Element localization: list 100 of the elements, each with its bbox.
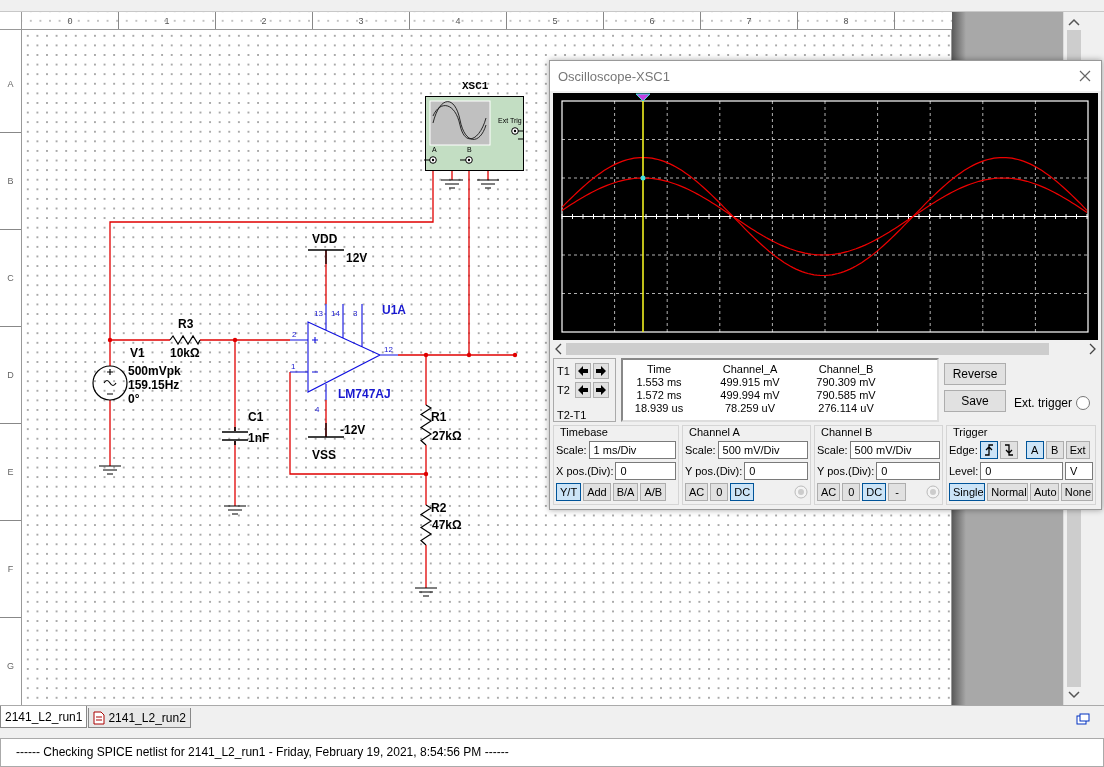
pin-number: 13	[314, 309, 323, 318]
ruler-number: 3	[313, 12, 410, 29]
junction-dot	[232, 337, 238, 343]
scrollbar[interactable]	[554, 342, 1097, 356]
readout-value: 78.259 uV	[723, 402, 777, 415]
coupling-button[interactable]: AC	[685, 483, 709, 502]
ruler-letter: C	[0, 230, 21, 327]
readout-value: 499.994 mV	[719, 389, 781, 402]
falling-edge-icon	[1003, 443, 1014, 456]
arrow-right-icon	[595, 383, 607, 396]
cursor-point-icon	[640, 175, 646, 181]
chevron-right-icon	[1089, 343, 1097, 355]
cursor-left-button[interactable]	[575, 381, 591, 398]
group-title: Channel A	[688, 426, 741, 438]
mode-button[interactable]: None	[1060, 483, 1093, 502]
source-button[interactable]: B	[1045, 440, 1064, 459]
coupling-button[interactable]: 0	[842, 483, 861, 502]
ruler-letter: D	[0, 327, 21, 424]
scale-field[interactable]: 500 mV/Div	[849, 440, 940, 459]
ruler-letter: B	[0, 133, 21, 230]
mode-button[interactable]: Add	[583, 483, 611, 502]
group-title: Trigger	[952, 426, 989, 438]
mode-button[interactable]: Single	[949, 483, 986, 502]
mode-button[interactable]: Y/T	[556, 483, 582, 502]
level-field[interactable]: 0	[980, 462, 1063, 480]
unit-field[interactable]: V	[1065, 462, 1093, 480]
pin-number: 12	[384, 345, 393, 354]
cursor-left-button[interactable]	[575, 362, 591, 379]
cursor-label: T2-T1	[557, 409, 587, 421]
scroll-down-icon	[1068, 691, 1080, 699]
ground-symbol	[223, 505, 247, 515]
ruler-number: 5	[507, 12, 604, 29]
readout-value: 18.939 us	[633, 402, 685, 415]
scale-field[interactable]: 500 mV/Div	[717, 440, 808, 459]
component-label: U1A	[382, 303, 406, 317]
source-button[interactable]: Ext	[1065, 440, 1090, 459]
design-tab[interactable]: 2141_L2_run2	[88, 708, 191, 728]
cursor-right-button[interactable]	[593, 381, 609, 398]
position-field[interactable]: 0	[876, 462, 940, 480]
source-button[interactable]: A	[1025, 440, 1044, 459]
mode-button[interactable]: B/A	[612, 483, 639, 502]
save-button[interactable]: Save	[944, 390, 1006, 412]
field-label: X pos.(Div):	[556, 465, 614, 477]
arrow-right-icon	[595, 364, 607, 377]
window-button[interactable]	[1076, 713, 1090, 725]
mode-button[interactable]: Normal	[987, 483, 1028, 502]
component-value: -12V	[340, 423, 366, 437]
supply-label: VDD	[312, 232, 338, 246]
radio-button[interactable]	[1076, 396, 1091, 410]
rising-edge-icon	[983, 443, 994, 456]
close-button[interactable]	[1077, 68, 1093, 84]
scrollbar-thumb[interactable]	[566, 343, 1049, 355]
readout-value: 276.114 uV	[817, 402, 875, 415]
ruler-number: 2	[216, 12, 313, 29]
edge-button[interactable]	[999, 440, 1018, 459]
field-label: Edge:	[949, 443, 978, 456]
capacitor-symbol	[221, 426, 249, 446]
cursor-right-button[interactable]	[593, 362, 609, 379]
close-icon	[1079, 70, 1091, 82]
ruler-letter: F	[0, 521, 21, 618]
ruler-letter: E	[0, 424, 21, 521]
mode-button[interactable]: Auto	[1029, 483, 1059, 502]
component-label: R2	[431, 501, 447, 515]
component-value: 1nF	[248, 431, 270, 445]
pin-number: 1	[291, 362, 296, 371]
position-field[interactable]: 0	[615, 462, 676, 480]
mode-button[interactable]: A/B	[640, 483, 667, 502]
readout-value: 790.585 mV	[815, 389, 877, 402]
edge-button[interactable]	[979, 440, 998, 459]
ruler-number: 1	[119, 12, 216, 29]
component-value: 27kΩ	[432, 429, 462, 443]
junction-dot	[423, 352, 429, 358]
wire	[109, 399, 111, 467]
coupling-button[interactable]: DC	[730, 483, 755, 502]
component-value: LM747AJ	[338, 387, 391, 401]
readout-header: Time	[645, 363, 672, 376]
coupling-button[interactable]: AC	[817, 483, 841, 502]
coupling-button[interactable]: -	[888, 483, 907, 502]
ruler-number: 8	[798, 12, 895, 29]
junction-dot	[466, 352, 472, 358]
component-label: C1	[248, 410, 264, 424]
component-value: 10kΩ	[170, 346, 200, 360]
supply-label: VSS	[312, 448, 336, 462]
group-title: Timebase	[559, 426, 609, 438]
readout-value: 1.572 ms	[635, 389, 683, 402]
component-value: 500mVpk	[128, 364, 181, 378]
coupling-button[interactable]: 0	[710, 483, 729, 502]
field-label: Scale:	[817, 443, 848, 456]
component-label: V1	[130, 346, 145, 360]
scroll-up-icon	[1068, 18, 1080, 26]
component-value: 47kΩ	[432, 518, 462, 532]
resistor-symbol	[169, 334, 201, 346]
junction-dot	[512, 352, 518, 358]
pin-number: 4	[315, 405, 320, 414]
coupling-button[interactable]: DC	[862, 483, 887, 502]
position-field[interactable]: 0	[744, 462, 808, 480]
component-label: R1	[431, 410, 447, 424]
reverse-button[interactable]: Reverse	[944, 363, 1006, 385]
ruler-number: 0	[22, 12, 119, 29]
scale-field[interactable]: 1 ms/Div	[588, 440, 676, 459]
